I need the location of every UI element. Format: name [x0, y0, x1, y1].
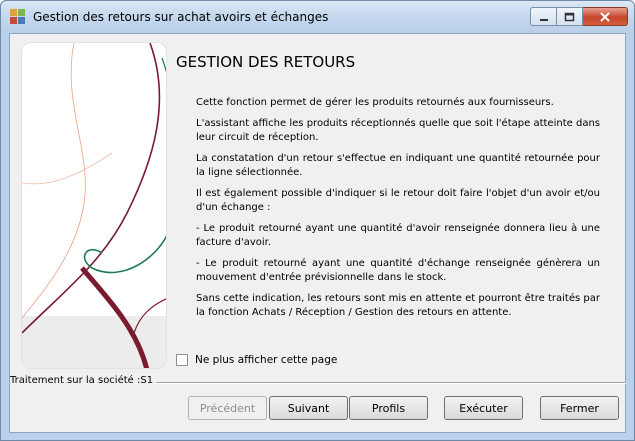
swirl-lines-illustration [22, 43, 166, 368]
paragraph: L'assistant affiche les produits récepti… [196, 118, 600, 143]
wizard-window: Gestion des retours sur achat avoirs et … [0, 0, 635, 441]
dont-show-again-checkbox[interactable]: Ne plus afficher cette page [176, 354, 337, 366]
company-status-label: Traitement sur la société :S1 [10, 375, 156, 386]
paragraph: Il est également possible d'indiquer si … [196, 188, 600, 213]
minimize-icon[interactable] [530, 7, 557, 26]
execute-button[interactable]: Exécuter [444, 396, 523, 420]
paragraph: - Le produit retourné ayant une quantité… [196, 258, 600, 283]
next-button[interactable]: Suivant [269, 396, 348, 420]
previous-button[interactable]: Précédent [188, 396, 267, 420]
close-icon[interactable] [583, 7, 628, 26]
paragraph: Sans cette indication, les retours sont … [196, 293, 600, 318]
checkbox-label[interactable]: Ne plus afficher cette page [195, 354, 337, 366]
close-button[interactable]: Fermer [540, 396, 619, 420]
page-title: GESTION DES RETOURS [176, 53, 356, 71]
wizard-client-area: GESTION DES RETOURS Cette fonction perme… [9, 33, 626, 433]
checkbox-box[interactable] [176, 354, 188, 366]
separator [156, 382, 626, 384]
profiles-button[interactable]: Profils [349, 396, 428, 420]
app-icon [10, 9, 26, 25]
paragraph: - Le produit retourné ayant une quantité… [196, 223, 600, 248]
window-controls [530, 7, 628, 27]
maximize-icon[interactable] [557, 7, 583, 26]
title-bar[interactable]: Gestion des retours sur achat avoirs et … [1, 1, 634, 33]
description-text: Cette fonction permet de gérer les produ… [196, 96, 600, 327]
window-title: Gestion des retours sur achat avoirs et … [33, 10, 329, 24]
paragraph: Cette fonction permet de gérer les produ… [196, 97, 554, 108]
decorative-art-panel [21, 42, 167, 369]
paragraph: La constatation d'un retour s'effectue e… [196, 153, 600, 178]
